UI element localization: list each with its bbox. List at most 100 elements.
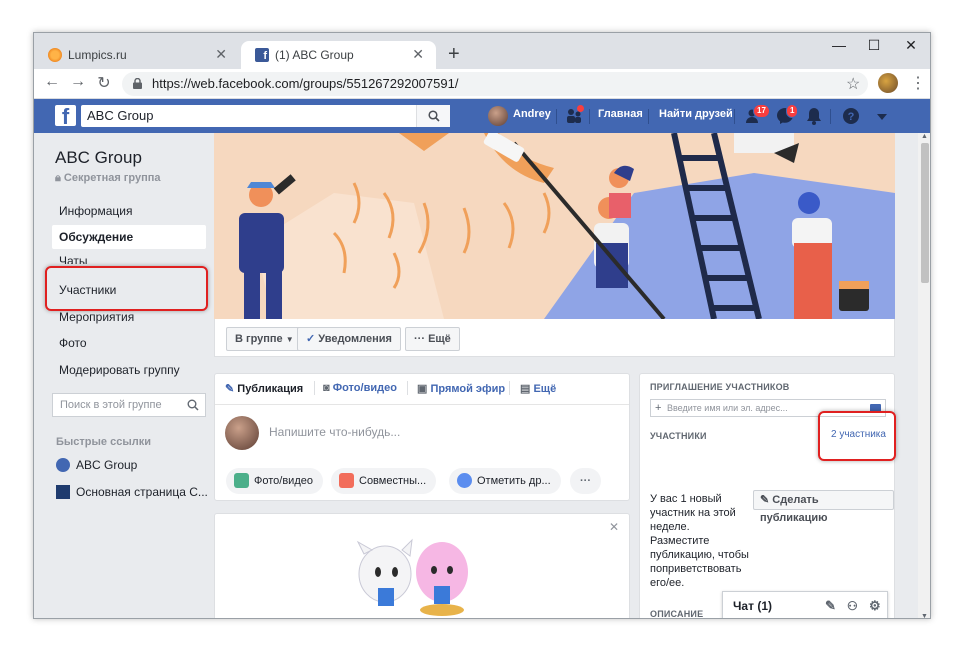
- quick-link-main-page[interactable]: Основная страница С...: [56, 485, 208, 499]
- more-dots-icon: ···: [580, 475, 591, 487]
- in-group-button[interactable]: В группе ▼: [226, 327, 303, 351]
- sidebar-item-info[interactable]: Информация: [52, 199, 206, 223]
- make-post-button[interactable]: ✎ Сделать публикацию: [753, 490, 894, 524]
- divider: [314, 381, 315, 395]
- tab-live[interactable]: ▣ Прямой эфир: [417, 382, 505, 395]
- divider: [589, 109, 590, 124]
- quick-link-label: ABC Group: [76, 458, 138, 472]
- cover-illustration: [214, 133, 895, 319]
- quick-link-abc-group[interactable]: ABC Group: [56, 458, 137, 472]
- post-text-input[interactable]: Напишите что-нибудь...: [269, 425, 400, 439]
- messages-badge: 1: [786, 104, 799, 118]
- right-column: ПРИГЛАШЕНИЕ УЧАСТНИКОВ + Введите имя или…: [639, 373, 896, 619]
- sticker-illustration: [356, 538, 468, 616]
- tag-friends-icon: [457, 473, 472, 488]
- members-title: УЧАСТНИКИ: [650, 431, 707, 441]
- scroll-thumb[interactable]: [921, 143, 929, 283]
- forward-icon[interactable]: →: [68, 73, 88, 91]
- group-search-input[interactable]: Поиск в этой группе: [52, 393, 206, 417]
- chat-bar[interactable]: Чат (1) ✎ ⚇ ⚙: [722, 591, 888, 618]
- divider: [648, 109, 649, 124]
- user-avatar: [225, 416, 259, 450]
- search-icon[interactable]: [187, 394, 199, 418]
- facebook-header: f ABC Group Andrey Главная Найти друзей …: [34, 99, 930, 133]
- popcorn-icon: [339, 473, 354, 488]
- maximize-icon[interactable]: ☐: [864, 37, 884, 54]
- group-icon: [56, 458, 70, 472]
- tab-abc-group[interactable]: f (1) ABC Group ✕: [241, 41, 436, 69]
- tab-lumpics[interactable]: Lumpics.ru ✕: [34, 41, 239, 69]
- reload-icon[interactable]: ↻: [94, 73, 114, 93]
- camera-icon: ◙: [323, 382, 330, 394]
- pencil-icon: ✎: [760, 494, 770, 506]
- chip-more[interactable]: ···: [570, 468, 601, 494]
- nav-find-friends[interactable]: Найти друзей: [659, 108, 733, 120]
- browser-menu-icon[interactable]: ⋮: [910, 73, 926, 93]
- group-action-bar: В группе ▼ ✓ Уведомления ··· Ещё: [214, 319, 895, 357]
- divider: [830, 109, 831, 124]
- chip-photo-video[interactable]: Фото/видео: [226, 468, 323, 494]
- browser-window: Lumpics.ru ✕ f (1) ABC Group ✕ + — ☐ ✕ ←…: [33, 32, 931, 619]
- group-chat-icon[interactable]: ⚇: [847, 592, 858, 618]
- description-title: ОПИСАНИЕ: [650, 609, 704, 619]
- scroll-up-icon[interactable]: ▲: [921, 133, 928, 140]
- sidebar-item-events[interactable]: Мероприятия: [52, 305, 206, 329]
- sidebar-item-chats[interactable]: Чаты: [52, 249, 206, 264]
- divider: [509, 381, 510, 395]
- group-type: 🔒︎ Секретная группа: [55, 172, 160, 185]
- tab-live-label: Прямой эфир: [430, 383, 506, 395]
- plus-icon: +: [655, 402, 662, 414]
- sidebar-item-moderate[interactable]: Модерировать группу: [52, 358, 206, 382]
- chip-label: Фото/видео: [254, 475, 313, 487]
- chip-label: Совместны...: [359, 475, 427, 487]
- chip-tag-friends[interactable]: Отметить др...: [449, 468, 561, 494]
- tab-more-label: Ещё: [533, 383, 557, 395]
- checkmark-icon: ✓: [306, 333, 316, 345]
- close-window-icon[interactable]: ✕: [901, 37, 921, 54]
- sidebar-item-photos[interactable]: Фото: [52, 331, 206, 355]
- close-icon[interactable]: ✕: [215, 46, 227, 63]
- close-icon[interactable]: ✕: [412, 46, 424, 63]
- cover-photo: [214, 133, 895, 319]
- in-group-label: В группе: [235, 333, 283, 345]
- page-scrollbar[interactable]: ▲ ▼: [918, 133, 930, 618]
- user-name-link[interactable]: Andrey: [513, 108, 551, 120]
- notifications-button[interactable]: ✓ Уведомления: [297, 327, 401, 351]
- help-icon[interactable]: ?: [842, 107, 860, 129]
- invite-title: ПРИГЛАШЕНИЕ УЧАСТНИКОВ: [650, 382, 790, 392]
- scroll-down-icon[interactable]: ▼: [921, 613, 928, 618]
- account-menu-caret-icon[interactable]: [876, 109, 888, 126]
- new-tab-button[interactable]: +: [448, 43, 460, 66]
- tab-post[interactable]: ✎ Публикация: [225, 382, 303, 395]
- chip-watch-party[interactable]: Совместны...: [331, 468, 437, 494]
- lock-icon: [133, 78, 142, 89]
- url-field[interactable]: https://web.facebook.com/groups/55126729…: [122, 72, 868, 96]
- profile-avatar[interactable]: [878, 73, 898, 93]
- nav-home[interactable]: Главная: [598, 108, 643, 120]
- fb-search-input[interactable]: ABC Group: [81, 105, 450, 127]
- friend-requests-badge: 17: [753, 104, 770, 118]
- compose-icon[interactable]: ✎: [825, 592, 836, 618]
- more-button[interactable]: ··· Ещё: [405, 327, 460, 351]
- search-icon[interactable]: [416, 105, 450, 127]
- sidebar-item-discussion[interactable]: Обсуждение: [52, 225, 206, 249]
- tab-more[interactable]: ▤ Ещё: [520, 382, 556, 395]
- group-name[interactable]: ABC Group: [55, 148, 142, 168]
- notifications-bell-icon[interactable]: [806, 107, 822, 129]
- post-composer: ✎ Публикация ◙ Фото/видео ▣ Прямой эфир …: [214, 373, 630, 501]
- divider: [734, 109, 735, 124]
- tab-photo-video[interactable]: ◙ Фото/видео: [323, 382, 397, 394]
- bookmark-star-icon[interactable]: ☆: [846, 74, 860, 94]
- back-icon[interactable]: ←: [42, 73, 62, 91]
- gear-icon[interactable]: ⚙: [869, 592, 881, 618]
- facebook-logo-icon[interactable]: f: [55, 105, 76, 126]
- close-icon[interactable]: ✕: [609, 520, 619, 534]
- photo-icon: [234, 473, 249, 488]
- minimize-icon[interactable]: —: [829, 37, 849, 53]
- page-thumbnail-icon: [56, 485, 70, 499]
- user-avatar[interactable]: [488, 106, 508, 126]
- more-icon: ▤: [520, 383, 531, 395]
- more-dots-icon: ···: [414, 333, 425, 345]
- quick-links-title: Быстрые ссылки: [56, 436, 151, 448]
- groups-red-dot: [577, 105, 584, 112]
